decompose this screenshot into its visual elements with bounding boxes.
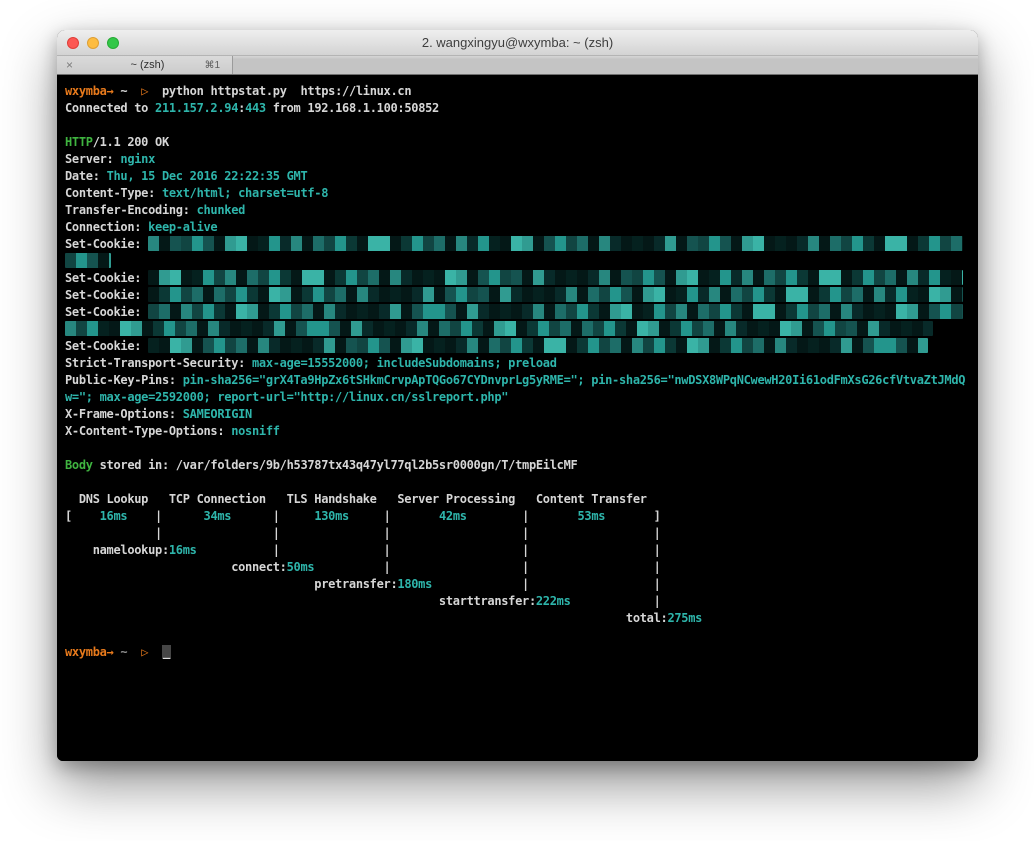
terminal-cursor: _ [162,645,171,659]
terminal-line: wxymba→ ~ ▷ _ [65,644,970,661]
redacted-cookie-value [148,287,963,302]
redacted-cookie-value [148,338,928,353]
terminal-line [65,627,970,644]
terminal-line [65,253,970,270]
close-tab-icon[interactable]: × [66,59,73,71]
terminal-line: Set-Cookie: [65,270,970,287]
terminal-line: pretransfer:180ms | | [65,576,970,593]
terminal-line: Transfer-Encoding: chunked [65,202,970,219]
terminal-line [65,440,970,457]
tab-bar: × ~ (zsh) ⌘1 [57,56,978,75]
terminal-line: Connection: keep-alive [65,219,970,236]
terminal-line: starttransfer:222ms | [65,593,970,610]
window-title: 2. wangxingyu@wxymba: ~ (zsh) [57,35,978,50]
terminal-line: | | | | | [65,525,970,542]
terminal-line: X-Content-Type-Options: nosniff [65,423,970,440]
terminal-line [65,474,970,491]
terminal-line: HTTP/1.1 200 OK [65,134,970,151]
zoom-button[interactable] [107,37,119,49]
terminal-line: Server: nginx [65,151,970,168]
terminal-screen[interactable]: wxymba→ ~ ▷ python httpstat.py https://l… [57,75,978,761]
desktop-background: 2. wangxingyu@wxymba: ~ (zsh) × ~ (zsh) … [0,0,1034,841]
terminal-line: Date: Thu, 15 Dec 2016 22:22:35 GMT [65,168,970,185]
tab-zsh[interactable]: × ~ (zsh) ⌘1 [57,56,233,74]
close-button[interactable] [67,37,79,49]
terminal-line: DNS Lookup TCP Connection TLS Handshake … [65,491,970,508]
terminal-line: Set-Cookie: [65,287,970,304]
tab-bar-filler [233,56,978,74]
tab-shortcut-badge: ⌘1 [204,60,220,71]
terminal-line: Public-Key-Pins: pin-sha256="grX4Ta9HpZx… [65,372,970,389]
terminal-line: X-Frame-Options: SAMEORIGIN [65,406,970,423]
redacted-cookie-value [65,253,111,268]
redacted-cookie-value [148,270,963,285]
terminal-line: w="; max-age=2592000; report-url="http:/… [65,389,970,406]
terminal-line: Connected to 211.157.2.94:443 from 192.1… [65,100,970,117]
terminal-line: [ 16ms | 34ms | 130ms | 42ms | 53ms ] [65,508,970,525]
terminal-line: connect:50ms | | | [65,559,970,576]
terminal-line: Body stored in: /var/folders/9b/h53787tx… [65,457,970,474]
terminal-line: Content-Type: text/html; charset=utf-8 [65,185,970,202]
redacted-cookie-value [148,304,963,319]
terminal-line: total:275ms [65,610,970,627]
terminal-line: namelookup:16ms | | | | [65,542,970,559]
terminal-line: Set-Cookie: [65,338,970,355]
traffic-lights [67,37,119,49]
terminal-line: Set-Cookie: [65,236,970,253]
terminal-line: Strict-Transport-Security: max-age=15552… [65,355,970,372]
terminal-window: 2. wangxingyu@wxymba: ~ (zsh) × ~ (zsh) … [57,30,978,761]
terminal-line: wxymba→ ~ ▷ python httpstat.py https://l… [65,83,970,100]
redacted-cookie-value [148,236,963,251]
terminal-line [65,321,970,338]
terminal-line [65,117,970,134]
redacted-cookie-value [65,321,933,336]
title-bar[interactable]: 2. wangxingyu@wxymba: ~ (zsh) [57,30,978,56]
minimize-button[interactable] [87,37,99,49]
terminal-line: Set-Cookie: [65,304,970,321]
